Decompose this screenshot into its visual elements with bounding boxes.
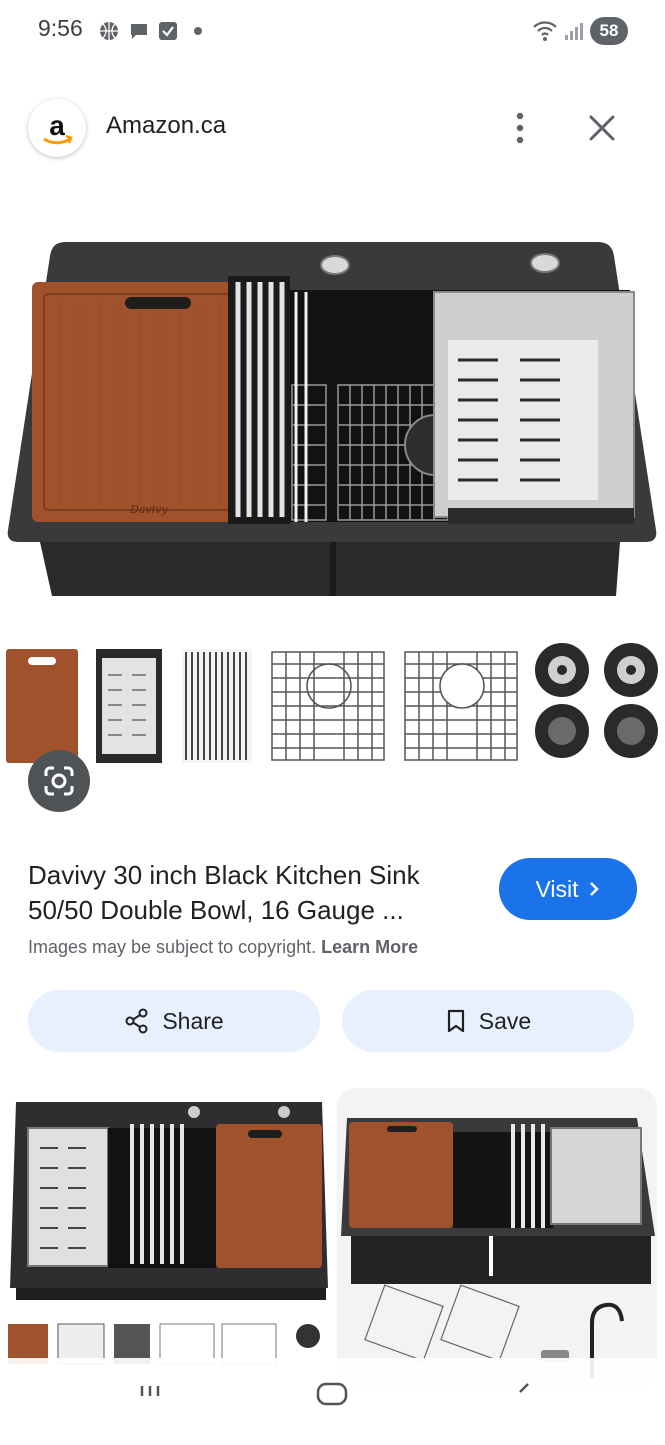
save-button[interactable]: Save [342, 990, 634, 1052]
share-label: Share [162, 1007, 224, 1034]
site-name[interactable]: Amazon.ca [106, 112, 226, 140]
lens-search-button[interactable] [28, 750, 90, 812]
system-navigation-bar [0, 1358, 665, 1440]
related-result-card[interactable] [8, 1088, 328, 1388]
accessories-illustration [6, 643, 658, 763]
related-sink-image [8, 1088, 328, 1388]
status-time: 9:56 [38, 15, 83, 41]
nav-buttons-icon [140, 1382, 529, 1406]
main-product-image[interactable]: Davivy [0, 230, 665, 620]
basketball-icon [100, 22, 118, 40]
chevron-right-icon [589, 882, 599, 896]
logo-letter: a [49, 110, 65, 141]
share-button[interactable]: Share [28, 990, 320, 1052]
cutting-board: Davivy [32, 282, 244, 522]
status-bar: 9:56 58 [0, 0, 665, 64]
sink-illustration: Davivy [7, 242, 657, 596]
copyright-notice: Images may be subject to copyright. Lear… [28, 937, 418, 958]
google-lens-icon [44, 766, 74, 796]
visit-button[interactable]: Visit [499, 858, 637, 920]
wifi-icon [533, 21, 557, 41]
close-button[interactable] [582, 108, 622, 148]
dot-icon [194, 27, 202, 35]
close-icon [589, 115, 615, 141]
save-label: Save [478, 1007, 532, 1034]
signal-icon [565, 23, 583, 40]
site-logo: a [28, 99, 86, 157]
bookmark-icon [447, 1009, 464, 1033]
copyright-text: Images may be subject to copyright. [28, 937, 317, 957]
amazon-logo-icon: a [43, 110, 73, 145]
more-vert-icon [516, 112, 524, 144]
share-icon [125, 1008, 148, 1034]
board-brand-text: Davivy [129, 503, 168, 516]
battery-indicator: 58 [590, 17, 628, 45]
related-sink-image [337, 1088, 657, 1388]
chat-bubble-icon [131, 24, 147, 39]
product-title[interactable]: Davivy 30 inch Black Kitchen Sink 50/50 … [28, 858, 478, 928]
more-options-button[interactable] [505, 108, 535, 148]
accessories-strip [0, 640, 665, 770]
colander-basket [433, 291, 635, 524]
related-result-card[interactable] [337, 1088, 657, 1388]
visit-label: Visit [535, 875, 579, 902]
checkbox-icon [159, 22, 177, 40]
learn-more-link[interactable]: Learn More [321, 937, 418, 957]
